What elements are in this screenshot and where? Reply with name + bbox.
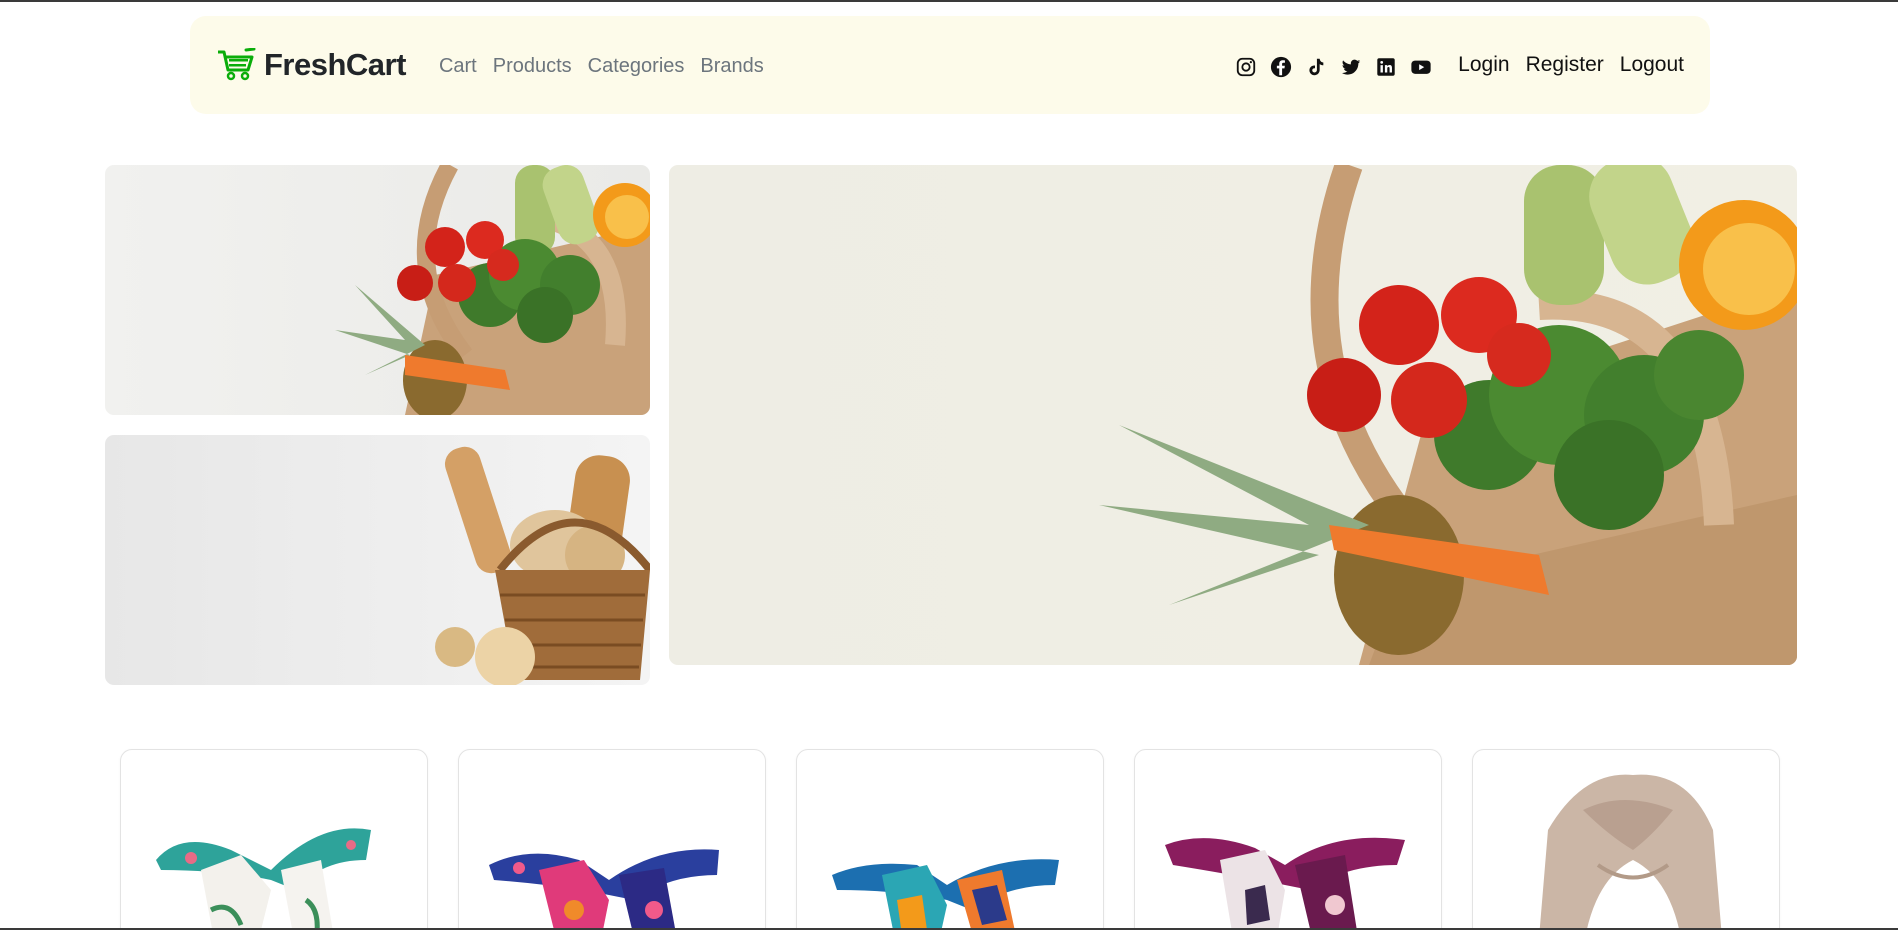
youtube-icon[interactable] (1410, 56, 1432, 78)
product-card[interactable] (1472, 749, 1780, 930)
nav-link-categories[interactable]: Categories (588, 55, 685, 78)
product-card[interactable] (1134, 749, 1442, 930)
hero-image-bread-basket[interactable] (105, 435, 650, 685)
brand-name: FreshCart (264, 47, 406, 82)
product-image-pink-blue-scarf (489, 849, 719, 930)
product-card[interactable] (458, 749, 766, 930)
product-image-white-green-scarf (156, 828, 371, 930)
facebook-icon[interactable] (1270, 56, 1292, 78)
linkedin-icon[interactable] (1375, 56, 1397, 78)
product-grid (120, 749, 1780, 930)
nav-link-products[interactable]: Products (493, 55, 572, 78)
tiktok-icon[interactable] (1305, 56, 1327, 78)
product-card[interactable] (120, 749, 428, 930)
brand-logo[interactable]: FreshCart (216, 47, 406, 83)
product-card[interactable] (796, 749, 1104, 930)
product-image-blue-orange-scarf (832, 859, 1059, 930)
nav-link-brands[interactable]: Brands (700, 55, 763, 78)
auth-links: Login Register Logout (1458, 53, 1684, 77)
navbar: FreshCart Cart Products Categories Brand… (190, 16, 1710, 114)
nav-right: Login Register Logout (1235, 52, 1684, 78)
product-image-beige-scarf (1539, 774, 1722, 930)
register-link[interactable]: Register (1526, 53, 1604, 77)
window-top-border (0, 0, 1898, 2)
product-image-purple-white-scarf (1165, 837, 1405, 930)
instagram-icon[interactable] (1235, 56, 1257, 78)
cart-icon (216, 48, 256, 82)
hero-image-grocery-bag[interactable] (105, 165, 650, 415)
social-links (1235, 56, 1432, 78)
nav-link-cart[interactable]: Cart (439, 55, 477, 78)
main-nav: Cart Products Categories Brands (439, 55, 764, 78)
login-link[interactable]: Login (1458, 53, 1509, 77)
hero-image-main-grocery-bag[interactable] (669, 165, 1797, 665)
twitter-icon[interactable] (1340, 56, 1362, 78)
logout-link[interactable]: Logout (1620, 53, 1684, 77)
